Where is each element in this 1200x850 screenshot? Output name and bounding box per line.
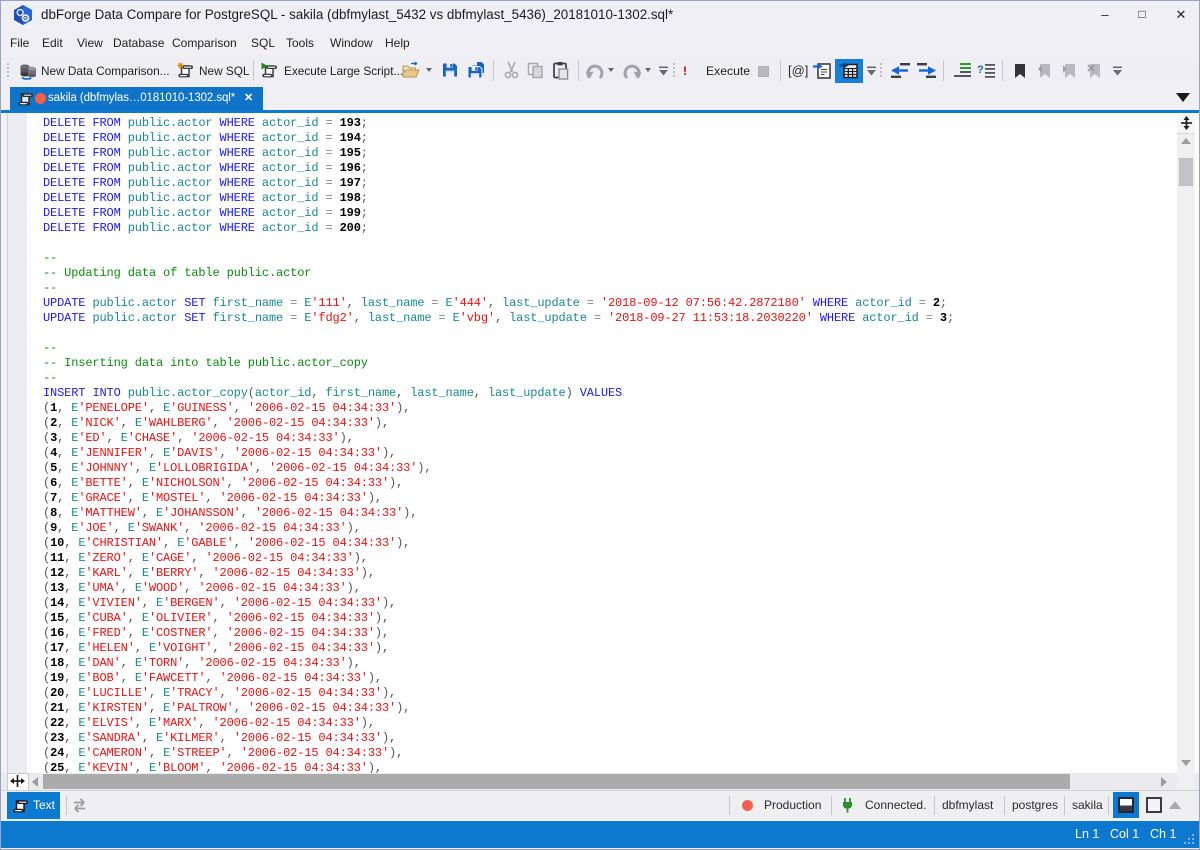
svg-text:?: ?: [977, 64, 984, 76]
